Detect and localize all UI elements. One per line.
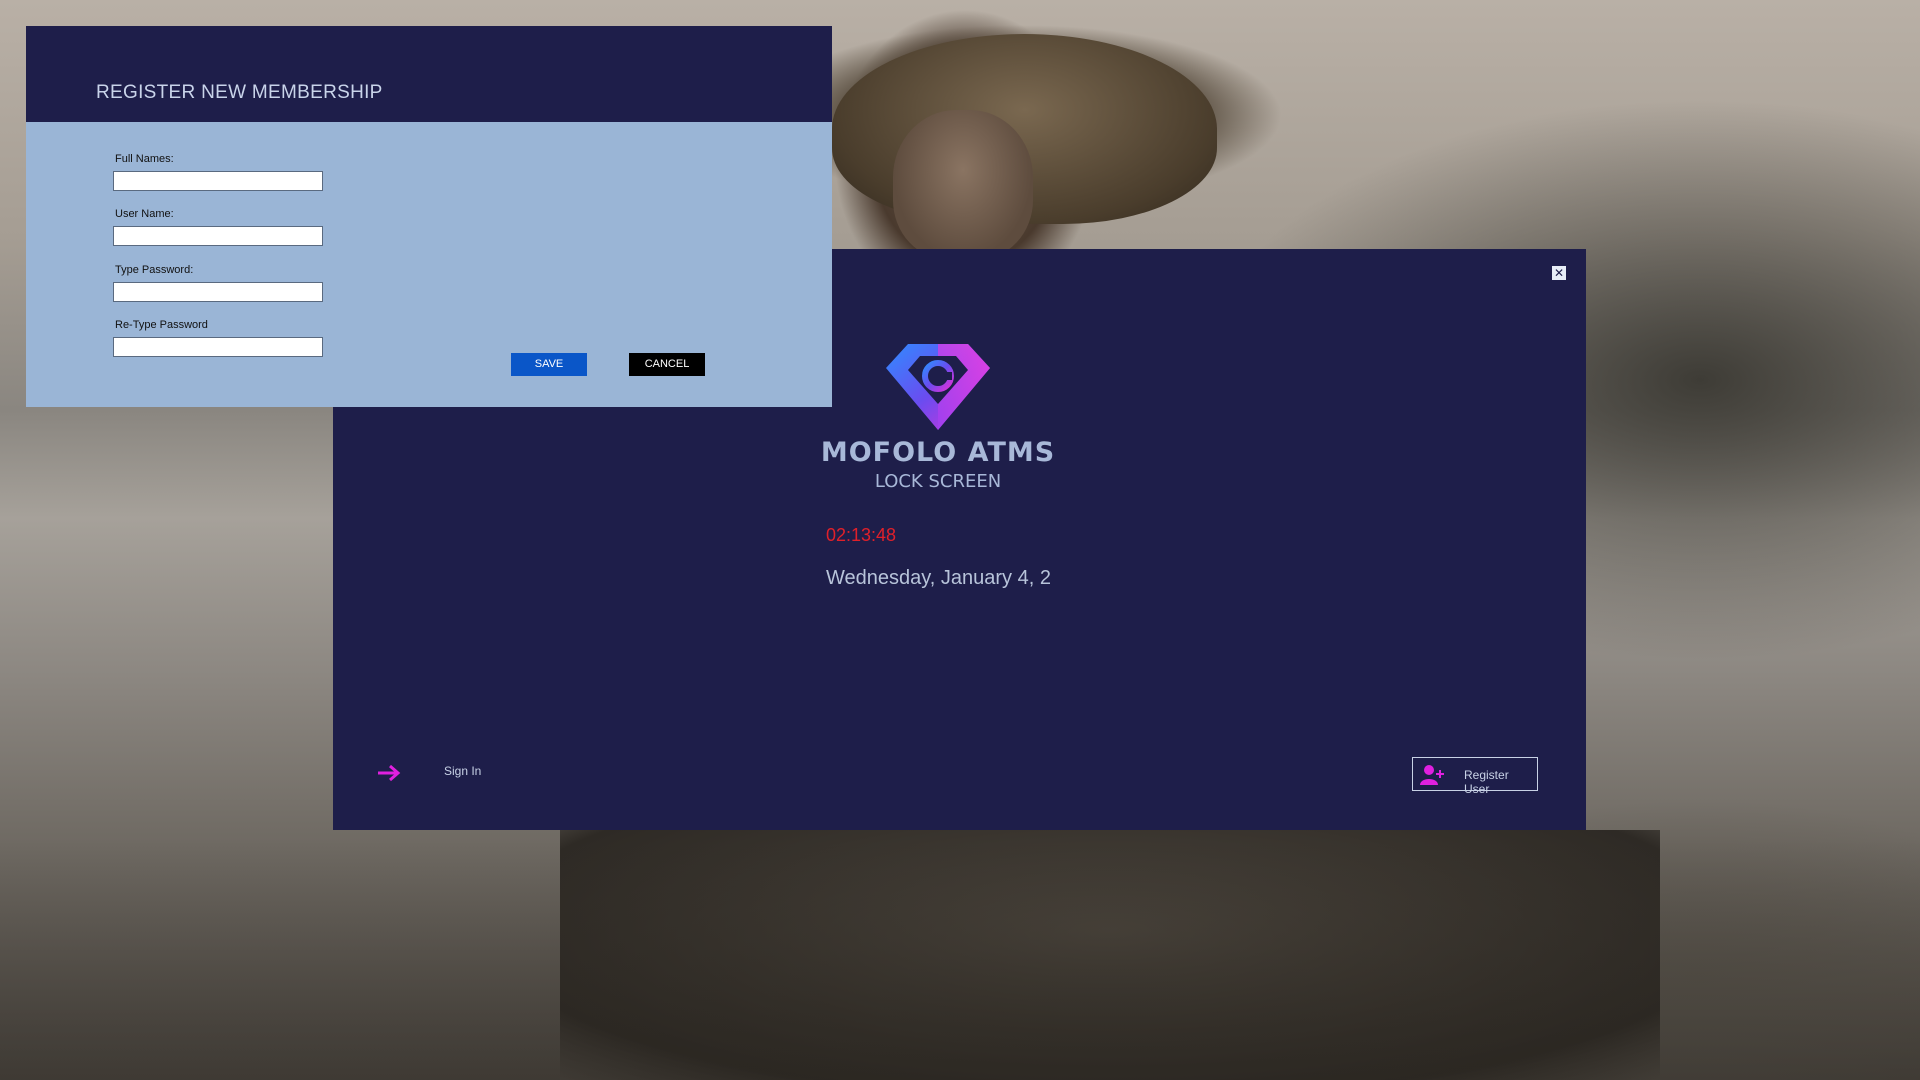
user-name-label: User Name:: [115, 208, 174, 220]
arrow-right-icon[interactable]: [376, 763, 402, 783]
register-user-button[interactable]: Register User: [1412, 757, 1538, 796]
close-icon: ✕: [1553, 266, 1565, 280]
type-password-input[interactable]: [113, 282, 323, 302]
sign-in-link[interactable]: Sign In: [444, 764, 481, 778]
close-button[interactable]: ✕: [1552, 266, 1566, 280]
add-user-icon: [1420, 765, 1444, 785]
clock-time: 02:13:48: [826, 525, 897, 545]
type-password-label: Type Password:: [115, 264, 194, 276]
register-membership-window: REGISTER NEW MEMBERSHIP Full Names: User…: [26, 26, 832, 407]
full-names-input[interactable]: [113, 171, 323, 191]
cancel-button[interactable]: CANCEL: [629, 353, 705, 376]
full-names-label: Full Names:: [115, 153, 174, 165]
desktop-background: ✕ MOFOLO ATMS LOCK SCREEN 02:13:48 Wedne…: [0, 0, 1920, 1080]
register-title: REGISTER NEW MEMBERSHIP: [96, 82, 383, 103]
retype-password-input[interactable]: [113, 337, 323, 357]
save-button[interactable]: SAVE: [511, 353, 587, 376]
retype-password-label: Re-Type Password: [115, 319, 208, 331]
app-name: MOFOLO ATMS: [820, 437, 1056, 468]
register-user-label: Register User: [1464, 768, 1509, 796]
background-shading: [0, 840, 1920, 1080]
current-date: Wednesday, January 4, 2: [826, 567, 1051, 589]
user-name-input[interactable]: [113, 226, 323, 246]
lock-screen-subtitle: LOCK SCREEN: [874, 471, 1002, 492]
background-photo-face: [893, 110, 1033, 260]
diamond-logo-icon: [886, 344, 990, 430]
register-header: REGISTER NEW MEMBERSHIP: [26, 26, 832, 122]
